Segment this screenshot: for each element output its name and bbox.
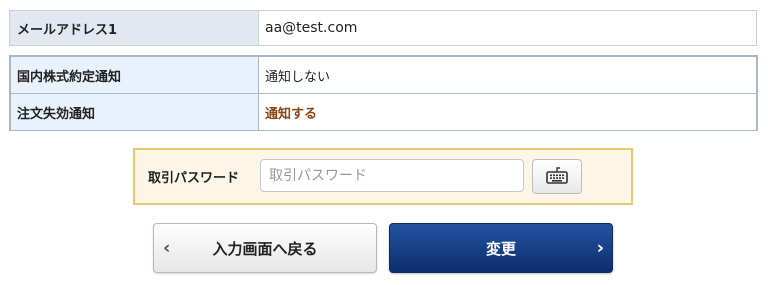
domestic-stock-execution-notice-value: 通知しない bbox=[259, 57, 756, 93]
order-expiry-notice-value: 通知する bbox=[259, 94, 756, 130]
trading-password-box: 取引パスワード bbox=[133, 148, 633, 205]
domestic-stock-execution-notice-label: 国内株式約定通知 bbox=[11, 57, 259, 93]
email-value: aa@test.com bbox=[265, 20, 358, 36]
chevron-left-icon: ‹ bbox=[163, 237, 171, 259]
back-button-label: 入力画面へ戻る bbox=[212, 239, 318, 258]
change-submit-button[interactable]: 変更 › bbox=[389, 223, 613, 273]
back-to-input-button[interactable]: ‹ 入力画面へ戻る bbox=[153, 223, 377, 273]
software-keyboard-button[interactable] bbox=[532, 159, 582, 194]
trading-password-input[interactable] bbox=[260, 159, 524, 192]
table-row: 注文失効通知 通知する bbox=[11, 93, 756, 130]
submit-button-label: 変更 bbox=[485, 239, 516, 258]
order-expiry-notice-label: 注文失効通知 bbox=[11, 94, 259, 130]
email-table: メールアドレス1 aa@test.com bbox=[9, 10, 757, 46]
notification-settings-table: 国内株式約定通知 通知しない 注文失効通知 通知する bbox=[9, 55, 758, 131]
trading-password-label: 取引パスワード bbox=[148, 171, 240, 186]
settings-confirm-panel: メールアドレス1 aa@test.com 国内株式約定通知 通知しない 注文失効… bbox=[0, 0, 768, 285]
table-row: 国内株式約定通知 通知しない bbox=[11, 57, 756, 93]
chevron-right-icon: › bbox=[596, 237, 604, 259]
email-label: メールアドレス1 bbox=[10, 11, 259, 45]
keyboard-icon bbox=[545, 165, 569, 189]
